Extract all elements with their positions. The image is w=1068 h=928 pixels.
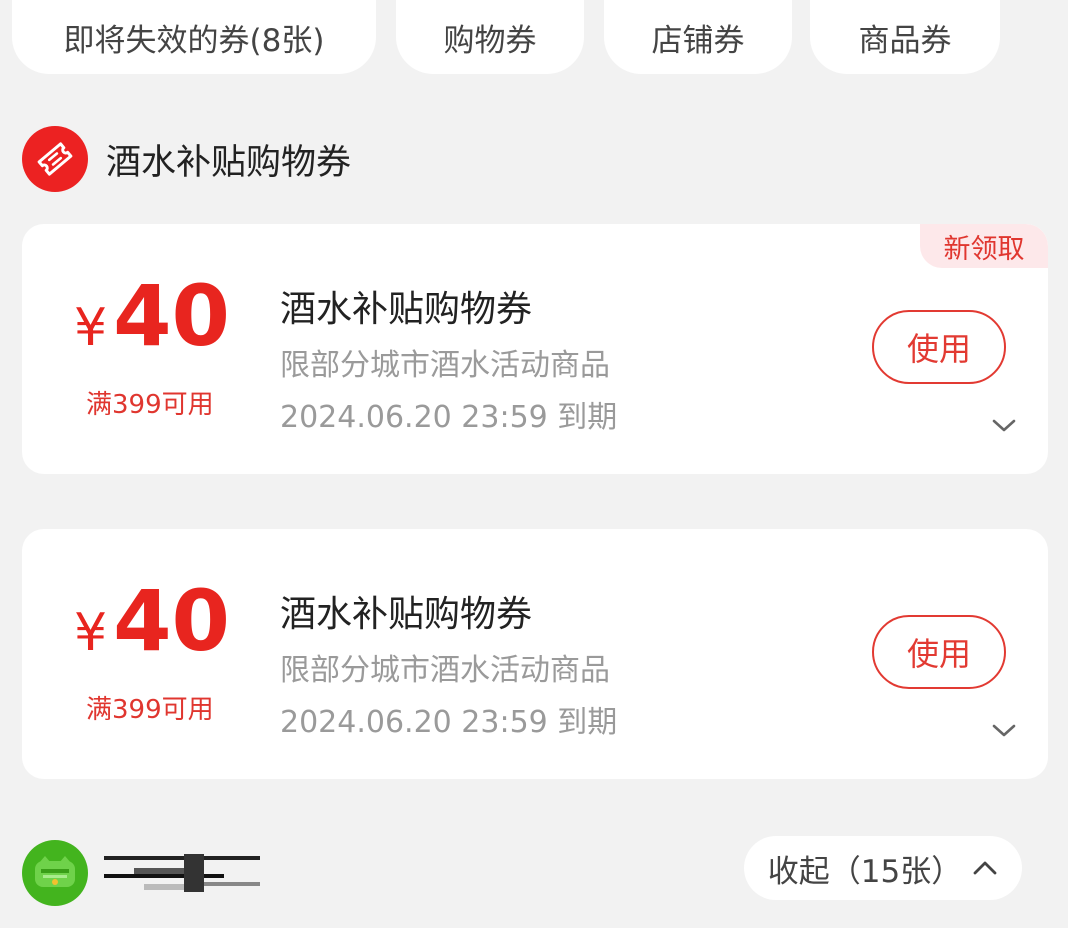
coupon-title: 酒水补贴购物券 xyxy=(280,594,533,635)
store-name-redacted xyxy=(104,854,260,892)
store-row[interactable] xyxy=(22,840,260,906)
chevron-down-icon[interactable] xyxy=(990,721,1018,741)
coupon-filter-bar: 即将失效的券(8张) 购物券 店铺券 商品券 xyxy=(0,0,1068,76)
currency-symbol: ¥ xyxy=(74,298,108,358)
filter-shopping-coupon[interactable]: 购物券 xyxy=(396,0,584,74)
use-button[interactable]: 使用 xyxy=(872,615,1006,689)
coupon-card[interactable]: ¥ 40 满399可用 酒水补贴购物券 限部分城市酒水活动商品 2024.06.… xyxy=(22,529,1048,779)
collapse-label: 收起（15张） xyxy=(767,853,963,890)
filter-label: 商品券 xyxy=(858,22,952,59)
coupon-condition: 满399可用 xyxy=(86,695,214,725)
coupon-scope: 限部分城市酒水活动商品 xyxy=(280,348,610,383)
filter-label: 即将失效的券(8张) xyxy=(63,22,325,59)
coupon-card[interactable]: 新领取 ¥ 40 满399可用 酒水补贴购物券 限部分城市酒水活动商品 2024… xyxy=(22,224,1048,474)
coupon-expiry: 2024.06.20 23:59 到期 xyxy=(280,705,618,740)
filter-store-coupon[interactable]: 店铺券 xyxy=(604,0,792,74)
chevron-up-icon xyxy=(973,861,997,875)
coupon-amount: ¥ 40 xyxy=(74,274,230,358)
coupon-amount: ¥ 40 xyxy=(74,579,230,663)
filter-product-coupon[interactable]: 商品券 xyxy=(810,0,1000,74)
amount-value: 40 xyxy=(113,572,230,670)
coupon-title: 酒水补贴购物券 xyxy=(280,289,533,330)
amount-value: 40 xyxy=(113,267,230,365)
coupon-scope: 限部分城市酒水活动商品 xyxy=(280,653,610,688)
chevron-down-icon[interactable] xyxy=(990,416,1018,436)
new-badge: 新领取 xyxy=(920,224,1048,268)
filter-label: 购物券 xyxy=(443,22,537,59)
section-header: 酒水补贴购物券 xyxy=(22,126,351,192)
store-logo-icon xyxy=(22,840,88,906)
filter-label: 店铺券 xyxy=(651,22,745,59)
use-button[interactable]: 使用 xyxy=(872,310,1006,384)
coupon-condition: 满399可用 xyxy=(86,390,214,420)
coupon-ticket-icon xyxy=(22,126,88,192)
section-title: 酒水补贴购物券 xyxy=(106,142,352,183)
coupon-expiry: 2024.06.20 23:59 到期 xyxy=(280,400,618,435)
collapse-button[interactable]: 收起（15张） xyxy=(744,836,1022,900)
currency-symbol: ¥ xyxy=(74,603,108,663)
filter-expiring-soon[interactable]: 即将失效的券(8张) xyxy=(12,0,376,74)
